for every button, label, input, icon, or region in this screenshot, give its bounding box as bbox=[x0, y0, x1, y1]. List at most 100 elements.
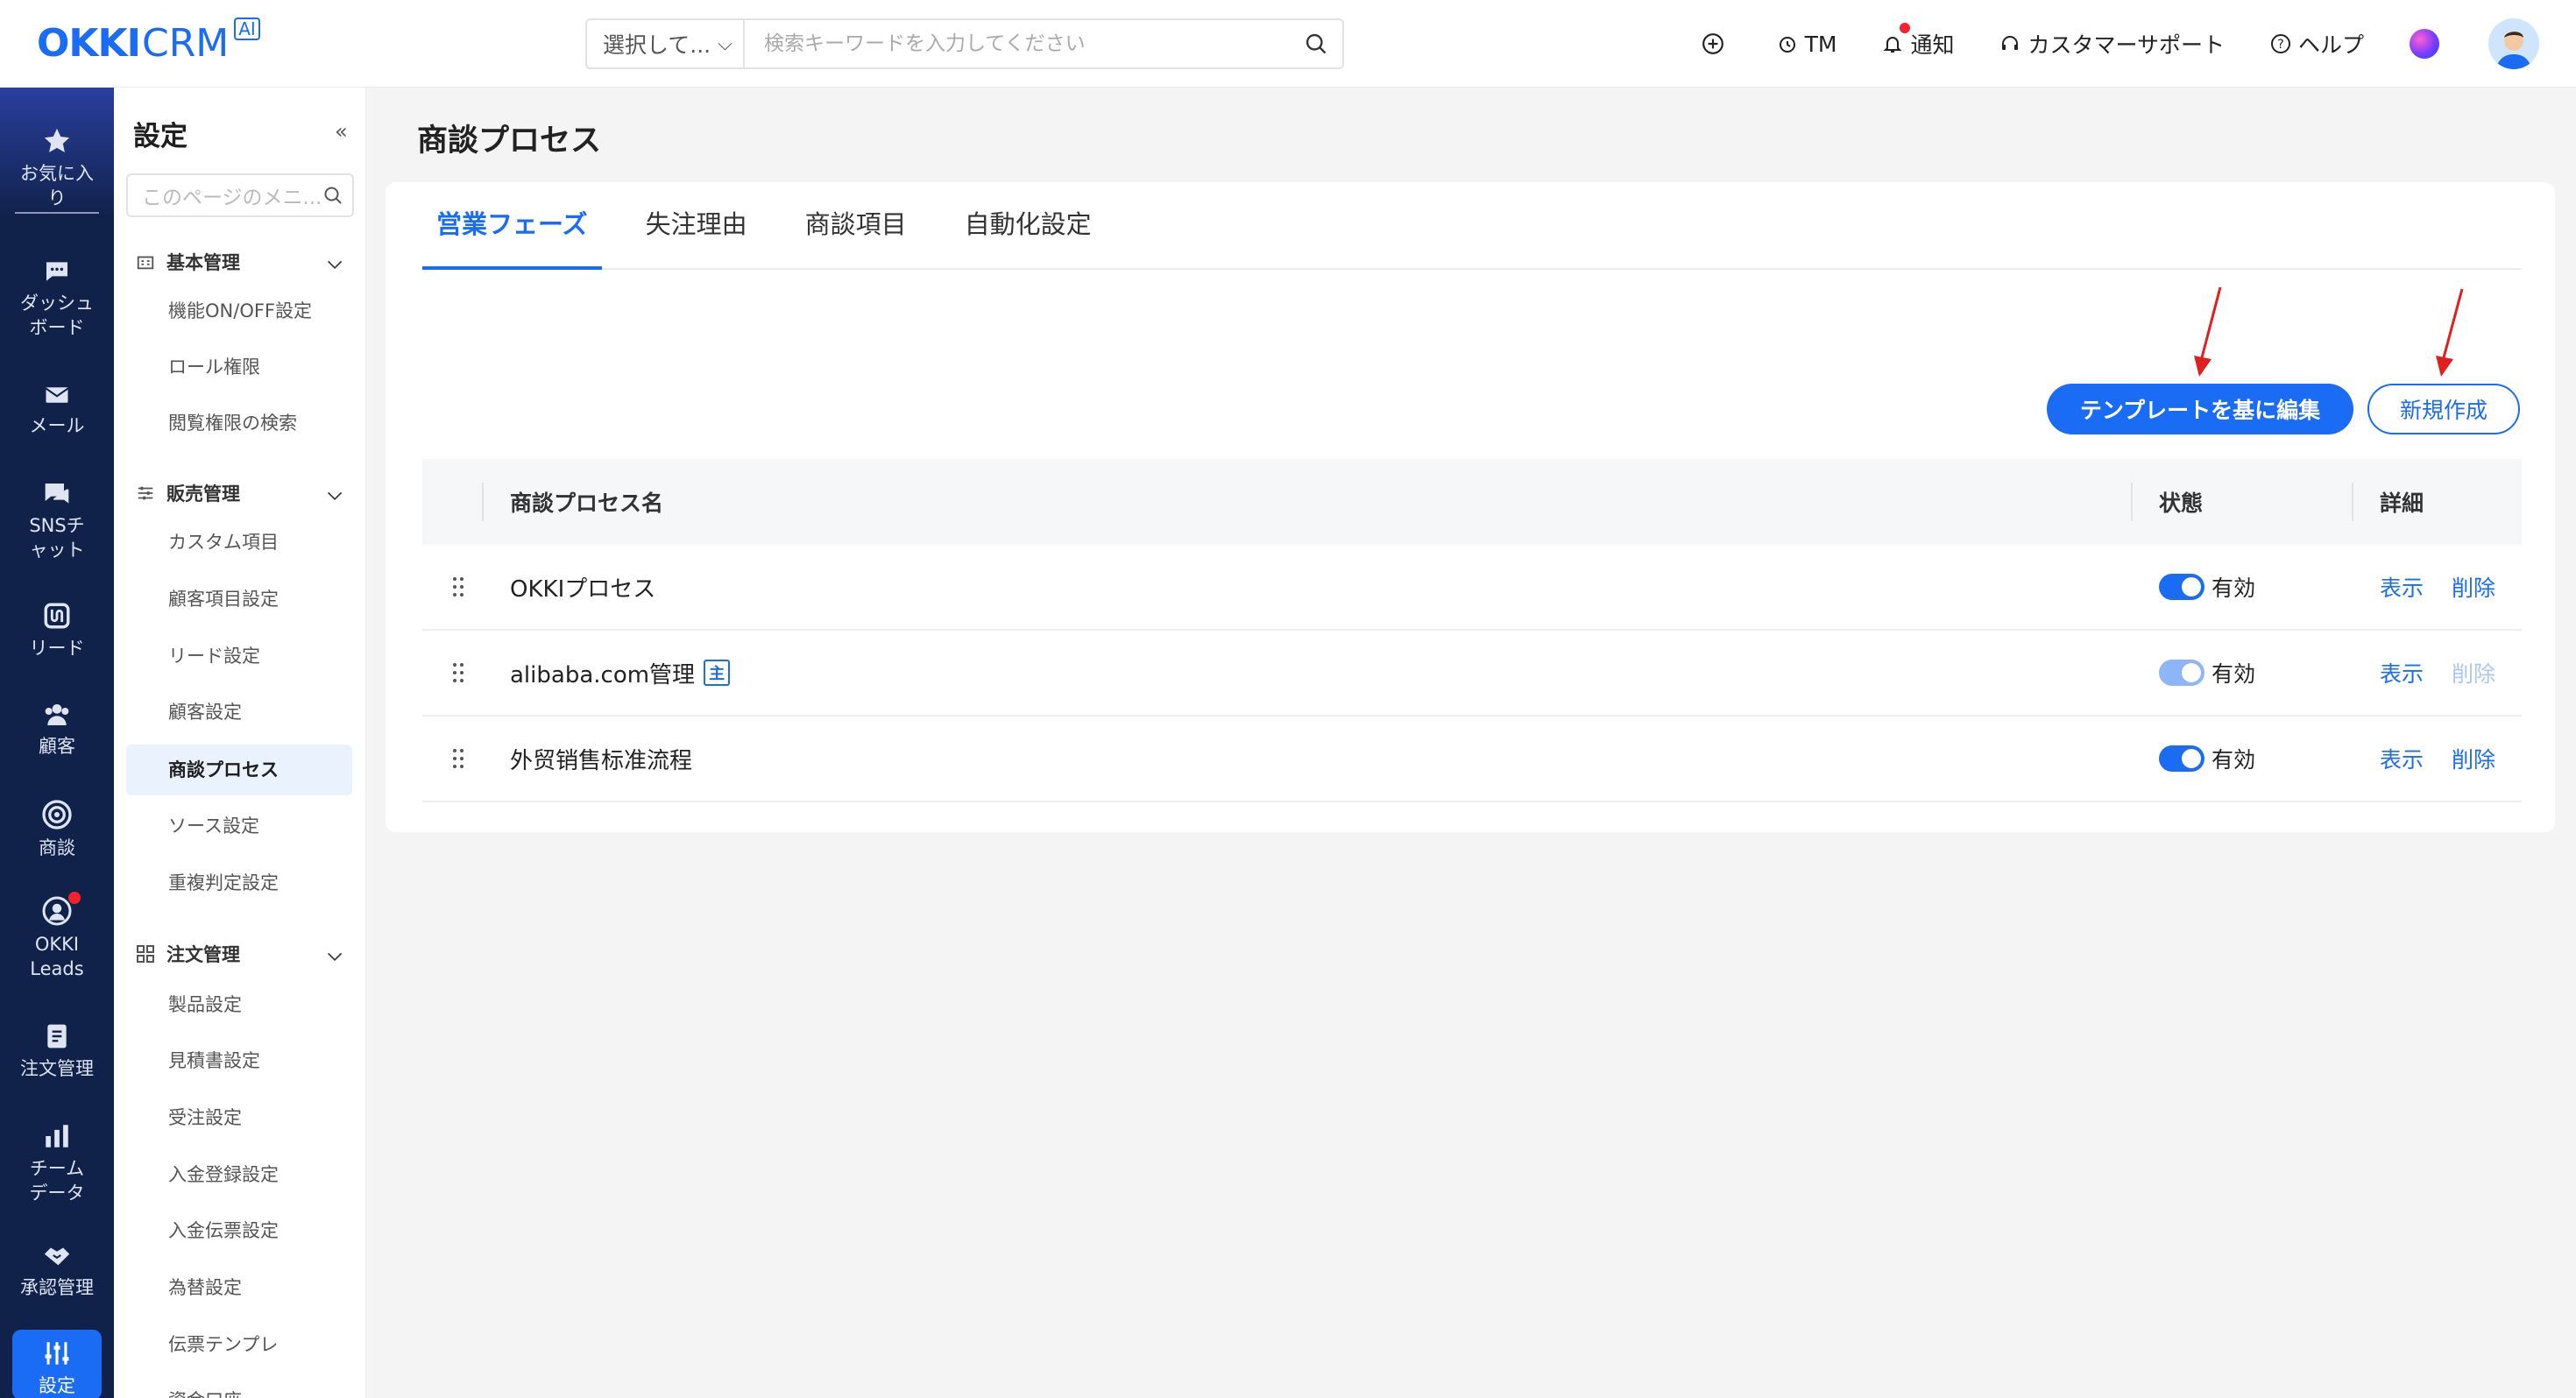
tab-sales-phase[interactable]: 営業フェーズ bbox=[422, 180, 602, 270]
notification-label: 通知 bbox=[1910, 32, 1955, 58]
avatar[interactable] bbox=[2488, 18, 2539, 69]
help-button[interactable]: ? ヘルプ bbox=[2270, 28, 2364, 60]
column-divider bbox=[2131, 483, 2133, 521]
nav-okki-leads[interactable]: OKKI Leads bbox=[0, 892, 114, 981]
add-button[interactable] bbox=[1702, 32, 1731, 55]
okki-crm-logo[interactable]: OKKI CRM AI bbox=[37, 18, 260, 68]
menu-group-basic[interactable]: 基本管理 ⌵ bbox=[135, 249, 354, 275]
menu-item-customer-settings[interactable]: 顧客設定 bbox=[126, 687, 352, 738]
nav-label: チームデータ bbox=[29, 1158, 85, 1204]
top-actions: TM 通知 カスタマーサポート ? ヘルプ bbox=[1702, 0, 2576, 88]
nav-customers[interactable]: 顧客 bbox=[0, 701, 114, 759]
menu-search-placeholder: このページのメニ... bbox=[142, 187, 322, 209]
menu-item-order-settings[interactable]: 受注設定 bbox=[126, 1092, 352, 1143]
menu-item-payment-entry[interactable]: 入金登録設定 bbox=[126, 1149, 352, 1200]
menu-item-product-settings[interactable]: 製品設定 bbox=[126, 979, 352, 1030]
menu-group-sales[interactable]: 販売管理 ⌵ bbox=[135, 480, 354, 506]
menu-item-role-permission[interactable]: ロール権限 bbox=[126, 342, 352, 392]
settings-sliders-icon bbox=[45, 1342, 69, 1365]
status-toggle[interactable] bbox=[2159, 745, 2204, 772]
order-icon bbox=[47, 1024, 67, 1048]
menu-item-customer-fields[interactable]: 顧客項目設定 bbox=[126, 574, 352, 625]
search-scope-value: 選択して... bbox=[603, 32, 711, 58]
nav-dashboard[interactable]: ダッシュボード bbox=[0, 258, 114, 340]
process-name: 外贸销售标准流程 bbox=[510, 743, 692, 775]
menu-search-input[interactable]: このページのメニ... bbox=[126, 173, 354, 217]
logo-ai-badge: AI bbox=[234, 18, 260, 40]
main-content: 商談プロセス 営業フェーズ 失注理由 商談項目 自動化設定 テンプレートを基に編… bbox=[366, 88, 2576, 1398]
nav-leads[interactable]: リード bbox=[0, 601, 114, 660]
nav-label: お気に入り bbox=[15, 161, 99, 214]
menu-item-slip-template[interactable]: 伝票テンプレ bbox=[126, 1319, 352, 1370]
edit-from-template-button[interactable]: テンプレートを基に編集 bbox=[2047, 384, 2353, 434]
delete-link-disabled: 削除 bbox=[2452, 661, 2496, 687]
tab-deal-fields[interactable]: 商談項目 bbox=[791, 180, 921, 268]
toggle-knob bbox=[2182, 577, 2201, 597]
customers-icon bbox=[45, 704, 69, 725]
search-input[interactable] bbox=[745, 20, 1290, 67]
nav-deals[interactable]: 商談 bbox=[0, 799, 114, 860]
search-icon[interactable] bbox=[1290, 32, 1342, 56]
view-link[interactable]: 表示 bbox=[2380, 743, 2424, 774]
primary-badge: 主 bbox=[704, 660, 731, 686]
toggle-knob bbox=[2182, 663, 2201, 682]
menu-item-payment-slip[interactable]: 入金伝票設定 bbox=[126, 1205, 352, 1256]
menu-item-exchange-rate[interactable]: 為替設定 bbox=[126, 1262, 352, 1313]
menu-group-orders[interactable]: 注文管理 ⌵ bbox=[135, 941, 354, 967]
nav-approvals[interactable]: 承認管理 bbox=[0, 1240, 114, 1300]
menu-item-source-settings[interactable]: ソース設定 bbox=[126, 801, 352, 851]
nav-label: 顧客 bbox=[39, 736, 75, 757]
target-icon bbox=[42, 800, 72, 830]
status-toggle[interactable] bbox=[2159, 574, 2204, 600]
nav-orders[interactable]: 注文管理 bbox=[0, 1021, 114, 1081]
nav-settings[interactable]: 設定 bbox=[12, 1330, 102, 1398]
menu-item-feature-toggle[interactable]: 機能ON/OFF設定 bbox=[126, 286, 352, 336]
tab-lost-reason[interactable]: 失注理由 bbox=[632, 180, 761, 268]
search-icon bbox=[324, 187, 342, 204]
handshake-icon bbox=[44, 1247, 70, 1266]
drag-handle-icon[interactable] bbox=[452, 576, 464, 597]
support-button[interactable]: カスタマーサポート bbox=[1999, 28, 2225, 60]
ai-assistant-icon[interactable] bbox=[2410, 29, 2439, 59]
menu-item-view-permission-search[interactable]: 閲覧権限の検索 bbox=[126, 398, 352, 448]
nav-label: メール bbox=[29, 415, 85, 436]
menu-item-lead-settings[interactable]: リード設定 bbox=[126, 631, 352, 681]
tab-automation[interactable]: 自動化設定 bbox=[951, 180, 1106, 268]
menu-item-deal-process[interactable]: 商談プロセス bbox=[126, 745, 352, 795]
collapse-menu-button[interactable]: « bbox=[335, 119, 348, 144]
settings-menu: 設定 « このページのメニ... 基本管理 ⌵ 機能ON/OFF設定 ロール権限… bbox=[114, 88, 366, 1398]
drag-handle-icon[interactable] bbox=[452, 748, 464, 769]
nav-favorites[interactable]: お気に入り bbox=[0, 126, 114, 214]
sns-chat-icon bbox=[45, 484, 69, 504]
drag-handle-icon[interactable] bbox=[452, 662, 464, 683]
table-row: OKKIプロセス 有効 表示 削除 bbox=[422, 545, 2522, 631]
notification-button[interactable]: 通知 bbox=[1882, 23, 1955, 60]
nav-label: 注文管理 bbox=[20, 1058, 94, 1079]
nav-team-data[interactable]: チームデータ bbox=[0, 1121, 114, 1205]
top-bar: OKKI CRM AI 選択して... ⌵ TM 通知 カスタマーサポート bbox=[0, 0, 2576, 88]
lead-icon bbox=[44, 603, 70, 629]
chevron-down-icon: ⌵ bbox=[328, 251, 342, 272]
mail-icon bbox=[45, 387, 69, 403]
process-name-text: OKKIプロセス bbox=[510, 575, 656, 603]
nav-sns-chat[interactable]: SNSチャット bbox=[0, 480, 114, 562]
view-link[interactable]: 表示 bbox=[2380, 657, 2424, 688]
view-link[interactable]: 表示 bbox=[2380, 571, 2424, 603]
nav-mail[interactable]: メール bbox=[0, 382, 114, 438]
menu-item-custom-fields[interactable]: カスタム項目 bbox=[126, 517, 352, 568]
grid-icon bbox=[137, 945, 154, 963]
nav-label: リード bbox=[29, 638, 85, 659]
delete-link[interactable]: 削除 bbox=[2452, 571, 2495, 603]
search-scope-select[interactable]: 選択して... ⌵ bbox=[587, 20, 745, 67]
status-text: 有効 bbox=[2212, 575, 2256, 601]
menu-group-label: 基本管理 bbox=[166, 252, 240, 273]
annotation-arrow-icon bbox=[2194, 286, 2222, 377]
create-new-button[interactable]: 新規作成 bbox=[2367, 384, 2520, 434]
tm-button[interactable]: TM bbox=[1777, 32, 1836, 57]
menu-item-duplicate-check[interactable]: 重複判定設定 bbox=[126, 858, 352, 908]
delete-link[interactable]: 削除 bbox=[2452, 743, 2495, 774]
menu-item-quotation-settings[interactable]: 見積書設定 bbox=[126, 1035, 352, 1086]
table-row: alibaba.com管理 主 有効 表示 削除 bbox=[422, 631, 2522, 717]
menu-item-fund-account[interactable]: 資金口座 bbox=[126, 1375, 352, 1398]
nav-label: SNSチャット bbox=[29, 515, 85, 561]
